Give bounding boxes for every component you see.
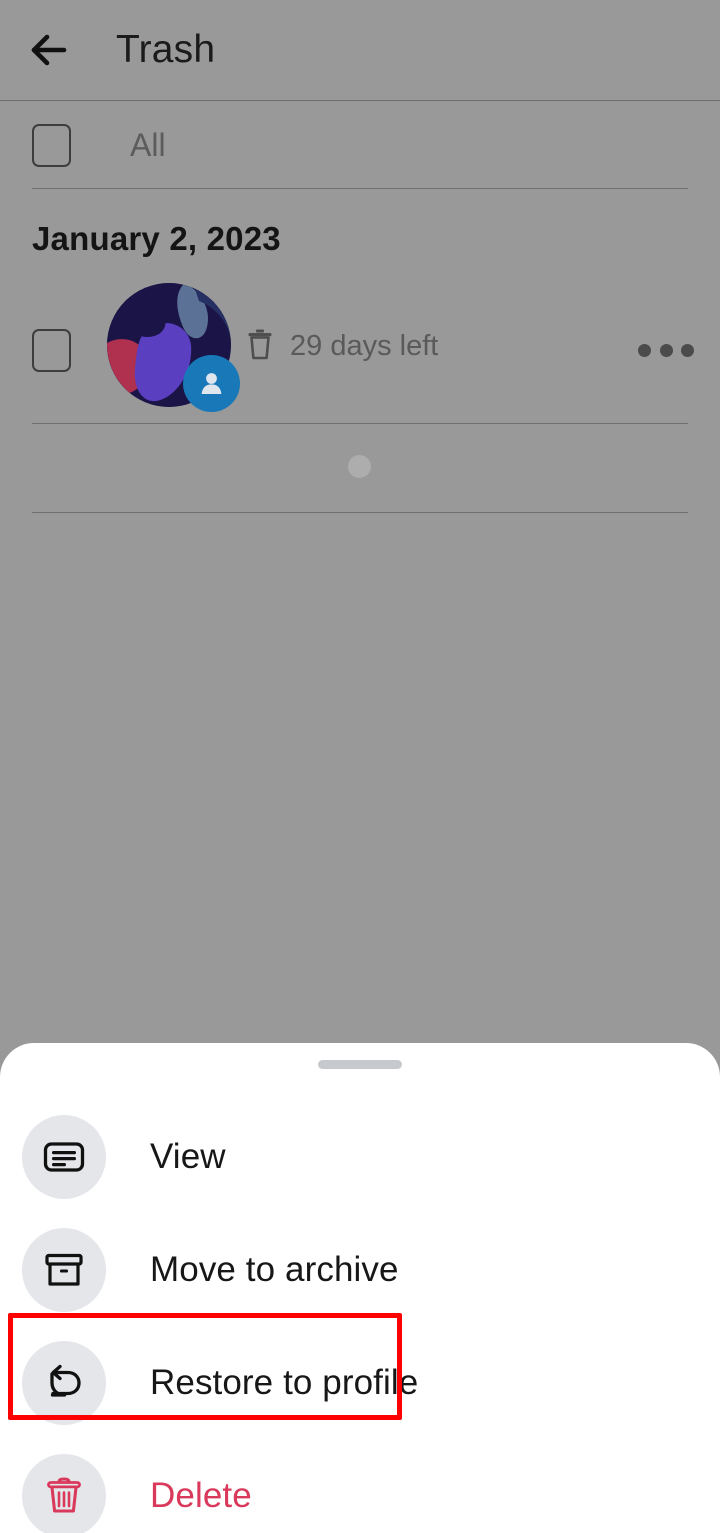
select-all-checkbox[interactable] bbox=[32, 123, 71, 167]
menu-item-view[interactable]: View bbox=[0, 1100, 720, 1213]
page-title: Trash bbox=[116, 28, 216, 71]
menu-item-restore-to-profile[interactable]: Restore to profile bbox=[0, 1326, 720, 1439]
context-menu: View Move to archive Restore to profile … bbox=[0, 1100, 720, 1533]
table-row[interactable]: 29 days left bbox=[0, 283, 720, 423]
loading-spinner bbox=[348, 455, 371, 478]
item-checkbox[interactable] bbox=[32, 329, 71, 372]
back-arrow-icon[interactable] bbox=[26, 27, 72, 73]
menu-item-label: Delete bbox=[150, 1475, 252, 1515]
bottom-sheet: View Move to archive Restore to profile … bbox=[0, 1043, 720, 1533]
restore-undo-icon bbox=[22, 1340, 106, 1425]
delete-trash-icon bbox=[22, 1453, 106, 1533]
menu-item-label: Restore to profile bbox=[150, 1362, 419, 1402]
divider bbox=[32, 423, 688, 424]
menu-item-delete[interactable]: Delete bbox=[0, 1439, 720, 1533]
article-view-icon bbox=[22, 1114, 106, 1199]
drag-handle[interactable] bbox=[318, 1060, 402, 1069]
select-all-label: All bbox=[130, 126, 166, 163]
app-screen: Trash All January 2, 2023 29 days left V… bbox=[0, 0, 720, 1533]
menu-item-label: Move to archive bbox=[150, 1249, 399, 1289]
avatar[interactable] bbox=[107, 283, 240, 416]
menu-item-label: View bbox=[150, 1136, 226, 1176]
days-left-label: 29 days left bbox=[290, 330, 439, 362]
archive-box-icon bbox=[22, 1227, 106, 1312]
trash-icon bbox=[247, 328, 273, 365]
expiry-info: 29 days left bbox=[247, 328, 438, 365]
date-group-header: January 2, 2023 bbox=[32, 220, 281, 257]
app-bar: Trash bbox=[0, 0, 720, 100]
more-options-icon[interactable] bbox=[638, 335, 694, 365]
divider bbox=[32, 512, 688, 513]
select-all-row[interactable]: All bbox=[0, 101, 720, 189]
menu-item-move-to-archive[interactable]: Move to archive bbox=[0, 1213, 720, 1326]
divider bbox=[32, 188, 688, 189]
person-icon bbox=[183, 355, 240, 412]
